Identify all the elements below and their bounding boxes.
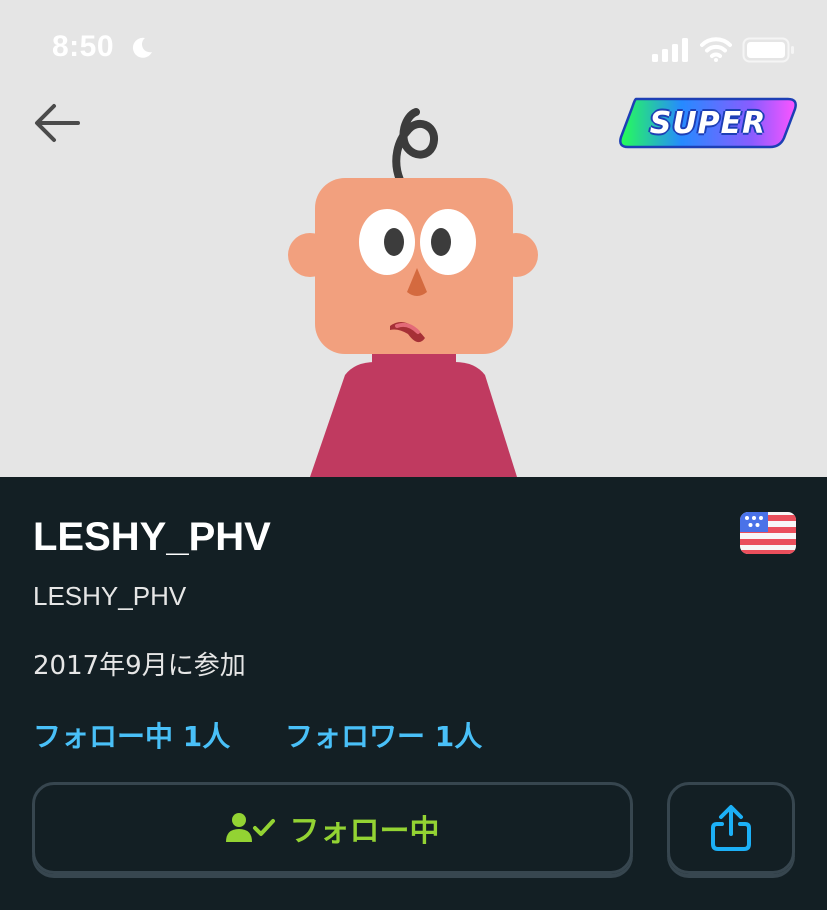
cellular-signal-icon [652,38,688,62]
profile-display-name: LESHY_PHV [33,515,271,559]
back-button[interactable] [30,100,84,146]
arrow-left-icon [35,104,80,142]
profile-username: LESHY_PHV [33,581,187,611]
status-bar: 8:50 [0,0,827,100]
avatar [288,108,538,477]
moon-icon [132,37,152,58]
following-button[interactable]: フォロー中 [32,782,633,874]
share-button[interactable] [667,782,795,874]
status-time: 8:50 [52,30,115,63]
wifi-icon [700,37,732,62]
us-flag-icon [740,512,796,554]
profile-joined-date: 2017年9月に参加 [33,651,246,681]
super-badge[interactable]: SUPER [618,96,798,150]
following-count-link[interactable]: フォロー中 1人 [33,715,230,755]
profile-info: LESHY_PHV LESHY_PHV 2017年9月に参加 フォロー中 1人 … [0,477,827,910]
following-button-label: フォロー中 [289,814,440,849]
share-icon [711,805,751,851]
battery-icon [742,37,794,63]
profile-hero: 8:50 SUPER [0,0,827,477]
followers-count-link[interactable]: フォロワー 1人 [285,715,482,755]
user-check-icon [225,813,275,842]
super-badge-label: SUPER [649,105,767,141]
